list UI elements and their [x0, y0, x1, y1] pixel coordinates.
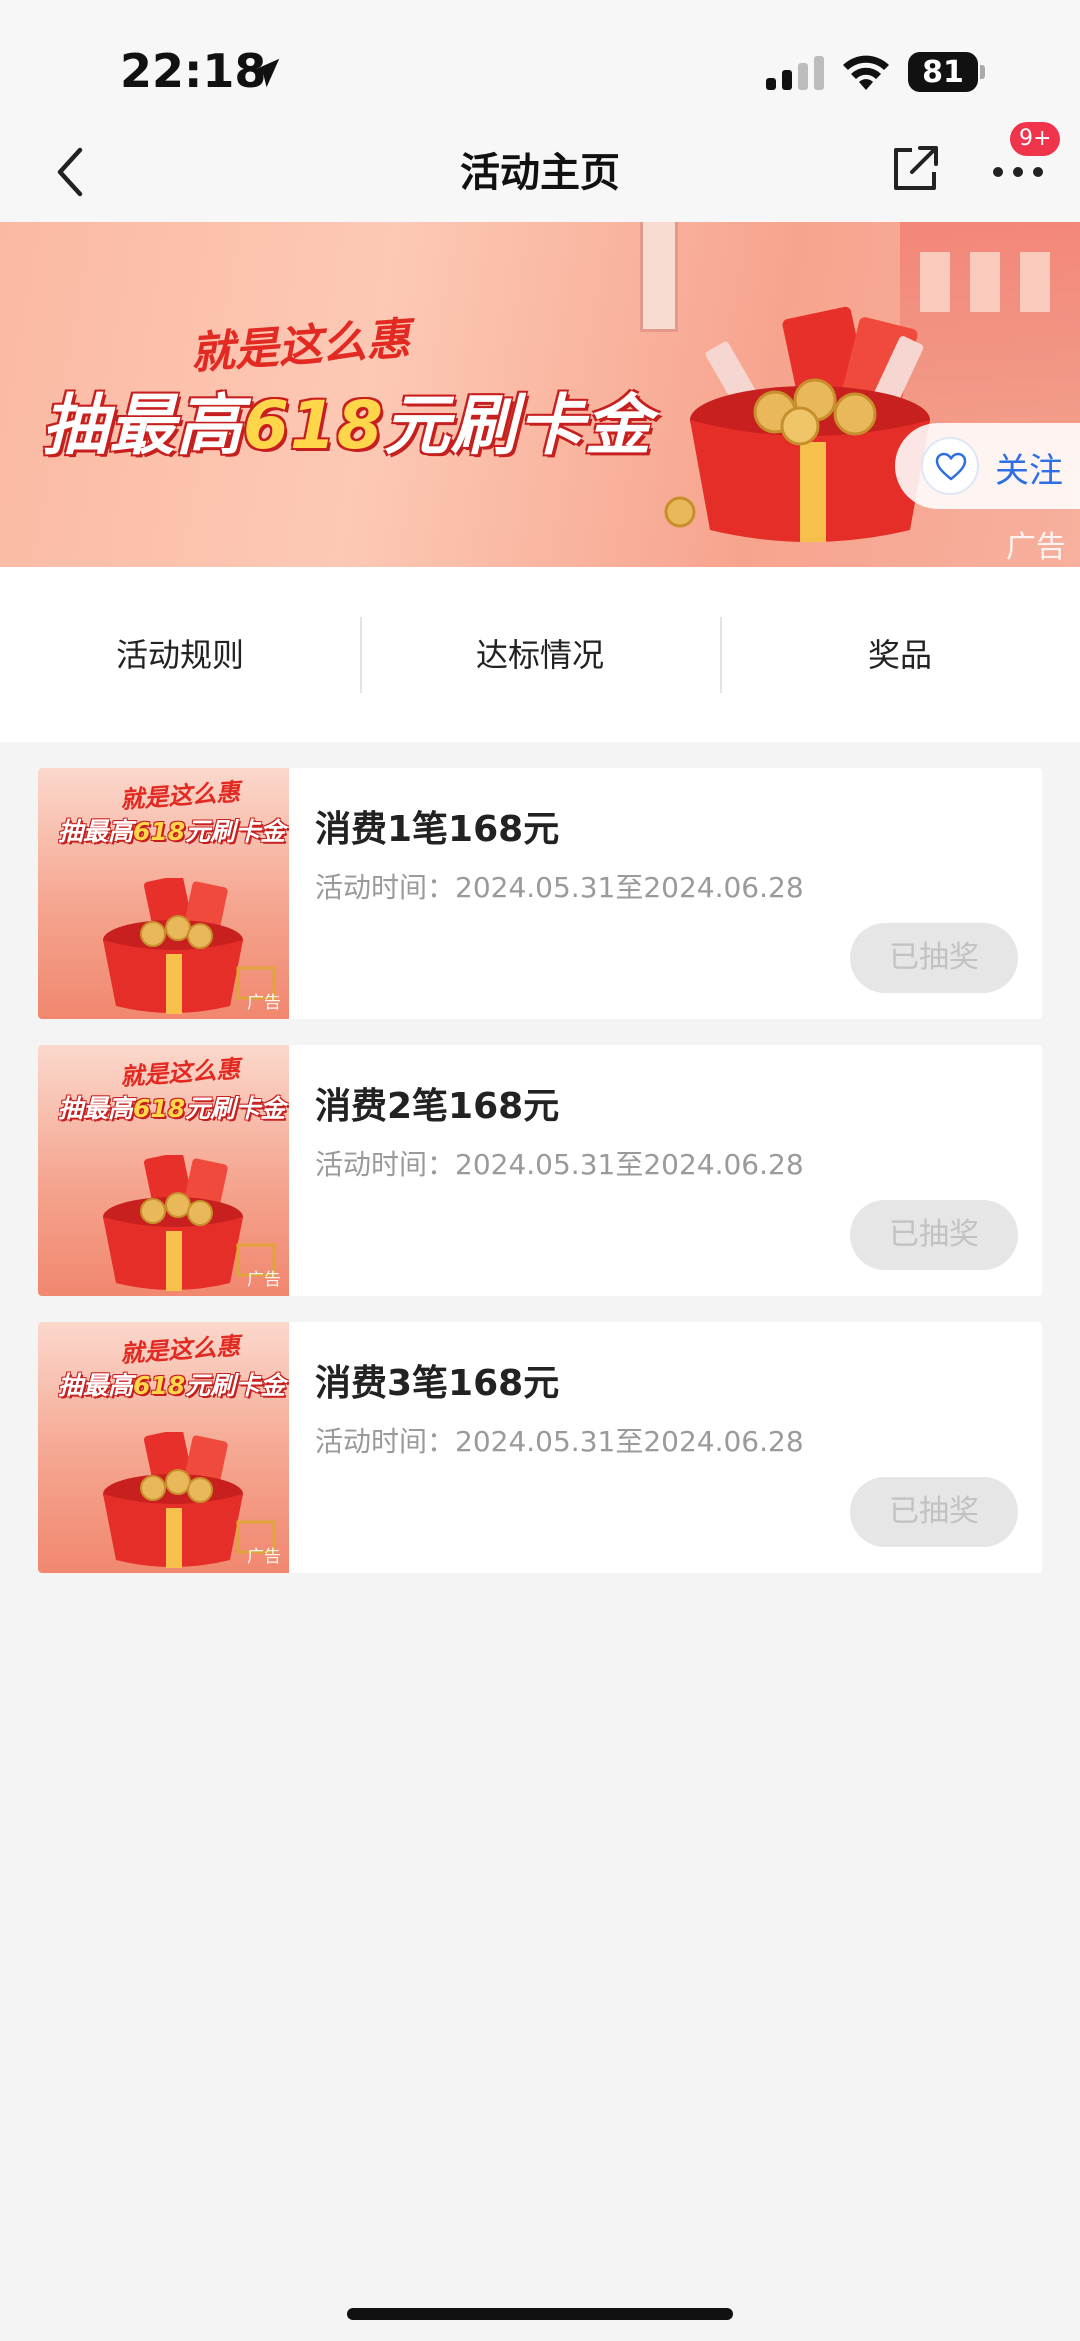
drawn-button[interactable]: 已抽奖 — [850, 1200, 1018, 1270]
gift-box-illustration — [664, 306, 930, 542]
banner-headline-amount: 618 — [243, 387, 384, 464]
follow-button[interactable]: 关注 — [895, 423, 1080, 509]
activity-thumbnail: 就是这么惠 抽最高618元刷卡金 广告 — [38, 1322, 289, 1573]
banner-headline-post: 元刷卡金 — [383, 387, 652, 464]
follow-label: 关注 — [995, 451, 1063, 491]
notification-badge: 9+ — [1010, 122, 1061, 156]
activity-thumbnail: 就是这么惠 抽最高618元刷卡金 广告 — [38, 768, 289, 1019]
thumb-headline-pre: 抽最高 — [58, 1371, 134, 1400]
battery-level: 81 — [908, 52, 978, 92]
thumb-headline-amount: 618 — [133, 817, 186, 846]
share-icon[interactable] — [890, 142, 942, 194]
home-indicator[interactable] — [347, 2308, 733, 2320]
activity-title: 消费1笔168元 — [315, 809, 560, 850]
heart-icon-wrap — [921, 437, 979, 495]
more-options-icon[interactable] — [990, 150, 1046, 190]
activity-title: 消费3笔168元 — [315, 1363, 560, 1404]
screen: 22:18 81 活动主页 9+ 就是这么惠 抽最高618元刷卡金 广告 关注 … — [0, 0, 1080, 2341]
drawn-button[interactable]: 已抽奖 — [850, 923, 1018, 993]
status-bar: 22:18 81 — [0, 0, 1080, 130]
activity-tabs: 活动规则 达标情况 奖品 — [0, 567, 1080, 742]
promo-banner[interactable]: 就是这么惠 抽最高618元刷卡金 广告 — [0, 222, 1080, 567]
tab-activity-rules[interactable]: 活动规则 — [0, 617, 360, 693]
thumb-headline-post: 元刷卡金 — [185, 1094, 286, 1123]
drawn-button[interactable]: 已抽奖 — [850, 1477, 1018, 1547]
activity-card[interactable]: 就是这么惠 抽最高618元刷卡金 广告 消费1笔168元 活动时间：2024.0… — [38, 768, 1042, 1019]
thumb-headline-pre: 抽最高 — [58, 817, 134, 846]
banner-headline-pre: 抽最高 — [42, 387, 243, 464]
banner-slogan: 就是这么惠 — [188, 313, 412, 380]
activity-time: 活动时间：2024.05.31至2024.06.28 — [315, 1425, 804, 1458]
thumb-slogan: 就是这么惠 — [119, 1054, 242, 1092]
battery-cap — [980, 65, 985, 79]
status-time: 22:18 — [120, 44, 267, 98]
thumb-headline-amount: 618 — [133, 1371, 186, 1400]
thumb-headline-post: 元刷卡金 — [185, 817, 286, 846]
activity-card[interactable]: 就是这么惠 抽最高618元刷卡金 广告 消费2笔168元 活动时间：2024.0… — [38, 1045, 1042, 1296]
banner-headline: 抽最高618元刷卡金 — [42, 372, 652, 468]
wifi-icon — [843, 55, 889, 90]
nav-bar: 活动主页 — [0, 130, 1080, 222]
activity-time: 活动时间：2024.05.31至2024.06.28 — [315, 871, 804, 904]
thumb-headline-amount: 618 — [133, 1094, 186, 1123]
thumb-slogan: 就是这么惠 — [119, 777, 242, 815]
activity-title: 消费2笔168元 — [315, 1086, 560, 1127]
thumb-headline: 抽最高618元刷卡金 — [58, 1089, 285, 1125]
activity-card[interactable]: 就是这么惠 抽最高618元刷卡金 广告 消费3笔168元 活动时间：2024.0… — [38, 1322, 1042, 1573]
activity-list: 就是这么惠 抽最高618元刷卡金 广告 消费1笔168元 活动时间：2024.0… — [38, 768, 1042, 1599]
activity-thumbnail: 就是这么惠 抽最高618元刷卡金 广告 — [38, 1045, 289, 1296]
thumb-ad-label: 广告 — [247, 993, 281, 1013]
thumb-headline: 抽最高618元刷卡金 — [58, 812, 285, 848]
battery-indicator: 81 — [908, 52, 985, 92]
thumb-headline-post: 元刷卡金 — [185, 1371, 286, 1400]
thumb-ad-label: 广告 — [247, 1270, 281, 1290]
activity-time: 活动时间：2024.05.31至2024.06.28 — [315, 1148, 804, 1181]
location-arrow-icon — [250, 58, 280, 88]
tab-prizes[interactable]: 奖品 — [720, 616, 1080, 693]
thumb-headline: 抽最高618元刷卡金 — [58, 1366, 285, 1402]
thumb-ad-label: 广告 — [247, 1547, 281, 1567]
thumb-slogan: 就是这么惠 — [119, 1331, 242, 1369]
tab-qualification-status[interactable]: 达标情况 — [360, 616, 720, 693]
heart-icon — [935, 452, 967, 481]
thumb-headline-pre: 抽最高 — [58, 1094, 134, 1123]
signal-icon — [766, 56, 824, 90]
banner-ad-label: 广告 — [1006, 530, 1066, 565]
